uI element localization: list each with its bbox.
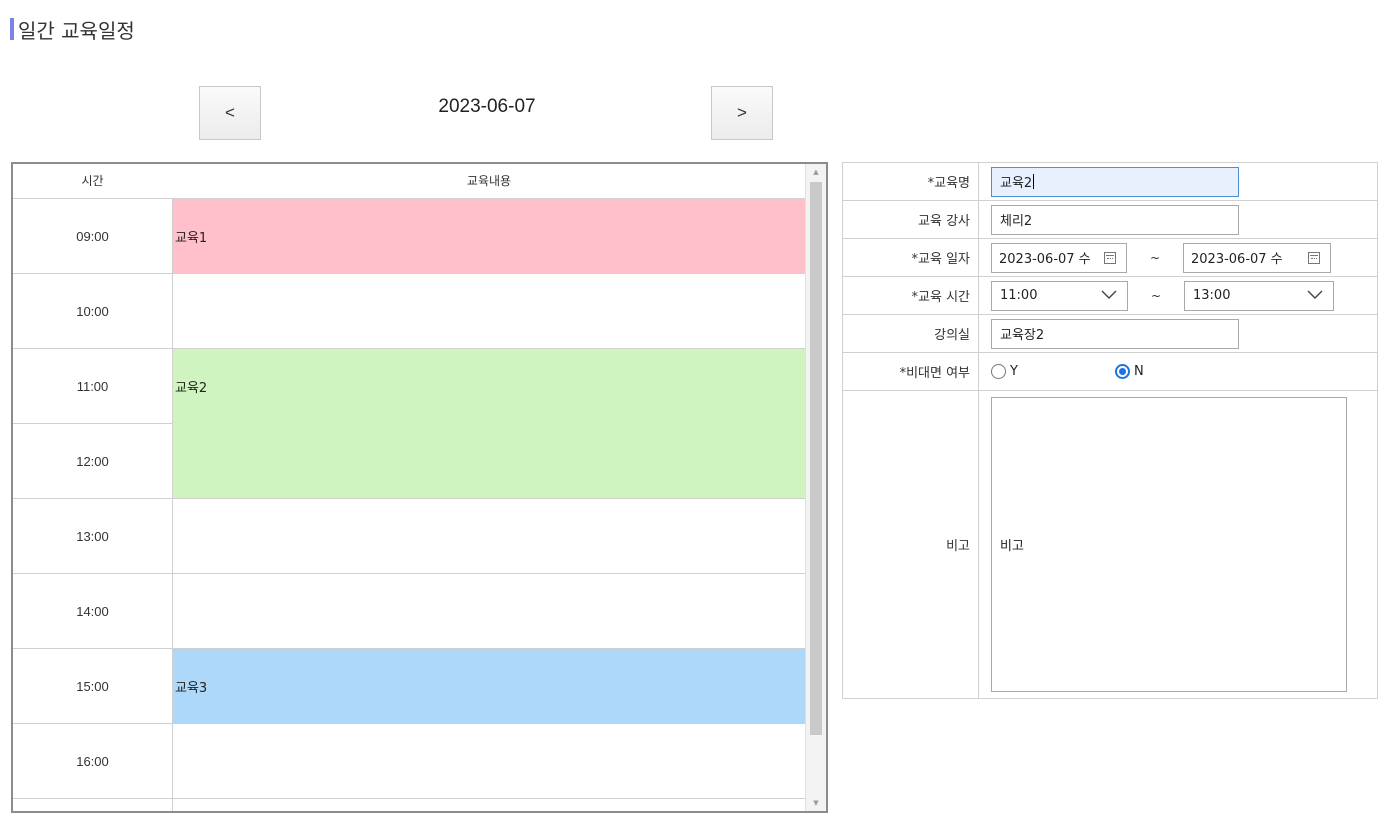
prev-day-button[interactable]: < (199, 86, 261, 140)
radio-yes-label: Y (1010, 364, 1018, 379)
time-tilde: ~ (1150, 288, 1162, 303)
row-name: *교육명 교육2 (843, 163, 1377, 201)
current-date: 2023-06-07 (438, 96, 536, 117)
header-content: 교육내용 (466, 174, 512, 188)
time-slot: 15:00 (13, 649, 172, 724)
time-slot: 16:00 (13, 724, 172, 799)
time-from-value: 11:00 (1000, 288, 1038, 303)
radio-no-label: N (1134, 364, 1144, 379)
row-time: *교육 시간 11:00 ~ 13:00 (843, 277, 1377, 315)
radio-no[interactable] (1115, 364, 1130, 379)
date-from-value: 2023-06-07 수 (999, 252, 1091, 267)
page-title-text: 일간 교육일정 (18, 18, 135, 43)
row-remark: 비고 비고 (843, 391, 1377, 699)
chevron-down-icon (1101, 290, 1117, 299)
edu-detail-form: *교육명 교육2 교육 강사 체리2 *교육 일자 2023-06-07 수 ~… (842, 162, 1378, 699)
date-from-input[interactable]: 2023-06-07 수 (991, 242, 1127, 273)
schedule-scrollbar[interactable]: ▲ ▼ (805, 164, 826, 811)
date-to-value: 2023-06-07 수 (1191, 252, 1283, 267)
row-divider (173, 273, 806, 274)
calendar-icon[interactable] (1308, 251, 1320, 264)
time-slot: 14:00 (13, 574, 172, 649)
row-instructor: 교육 강사 체리2 (843, 201, 1377, 239)
instructor-input[interactable]: 체리2 (991, 204, 1239, 235)
scroll-thumb[interactable] (810, 182, 822, 735)
time-slot: 12:00 (13, 424, 172, 499)
remark-textarea[interactable]: 비고 (991, 397, 1347, 692)
scroll-down-icon[interactable]: ▼ (806, 795, 826, 811)
schedule-event[interactable]: 교육1 (173, 199, 806, 273)
row-divider (173, 573, 806, 574)
time-slot: 10:00 (13, 274, 172, 349)
chevron-down-icon (1307, 290, 1323, 299)
name-label: *교육명 (843, 163, 979, 200)
row-divider (173, 498, 806, 499)
row-online: *비대면 여부 Y N (843, 353, 1377, 391)
time-slot: 09:00 (13, 199, 172, 274)
row-date: *교육 일자 2023-06-07 수 ~ 2023-06-07 수 (843, 239, 1377, 277)
scroll-up-icon[interactable]: ▲ (806, 164, 826, 180)
header-time: 시간 (81, 174, 104, 188)
schedule-event[interactable]: 교육2 (173, 349, 806, 498)
online-label: *비대면 여부 (843, 353, 979, 390)
schedule-table: 시간 교육내용 09:00 10:00 11:00 12:00 13:00 14:00 15… (11, 162, 828, 813)
time-to-value: 13:00 (1193, 288, 1231, 303)
schedule-event[interactable]: 교육3 (173, 649, 806, 723)
remark-label: 비고 (843, 391, 979, 698)
time-column: 09:00 10:00 11:00 12:00 13:00 14:00 15:00 16:00 (13, 199, 173, 811)
date-to-input[interactable]: 2023-06-07 수 (1183, 242, 1331, 273)
time-slot: 13:00 (13, 499, 172, 574)
online-no-option[interactable]: N (1115, 364, 1144, 379)
date-tilde: ~ (1149, 250, 1161, 265)
online-yes-option[interactable]: Y (991, 364, 1115, 379)
time-from-select[interactable]: 11:00 (991, 280, 1128, 311)
content-column: 교육1 교육2 교육3 (173, 199, 806, 811)
row-room: 강의실 교육장2 (843, 315, 1377, 353)
time-to-select[interactable]: 13:00 (1184, 280, 1334, 311)
schedule-header: 시간 교육내용 (13, 164, 806, 199)
name-input-value: 교육2 (1000, 176, 1033, 191)
name-input[interactable]: 교육2 (991, 166, 1239, 197)
row-divider (173, 798, 806, 799)
calendar-icon[interactable] (1104, 251, 1116, 264)
radio-yes[interactable] (991, 364, 1006, 379)
date-label: *교육 일자 (843, 239, 979, 276)
row-divider (173, 723, 806, 724)
time-label: *교육 시간 (843, 277, 979, 314)
instructor-label: 교육 강사 (843, 201, 979, 238)
title-accent-bar (10, 18, 14, 40)
room-label: 강의실 (843, 315, 979, 352)
next-day-button[interactable]: > (711, 86, 773, 140)
text-caret (1033, 174, 1035, 189)
page-title: 일간 교육일정 (10, 15, 135, 43)
time-slot: 11:00 (13, 349, 172, 424)
room-input[interactable]: 교육장2 (991, 318, 1239, 349)
